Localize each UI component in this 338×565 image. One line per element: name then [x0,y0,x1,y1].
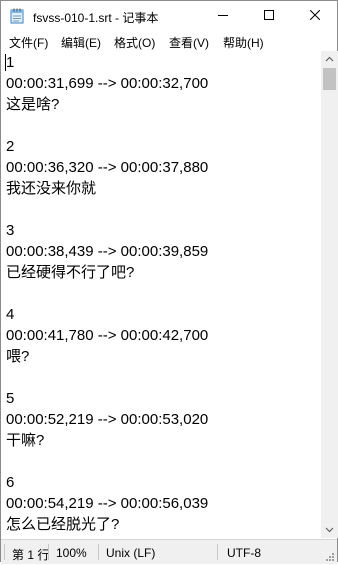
editor-line: 1 [6,54,15,71]
file-encoding: UTF-8 [227,546,261,560]
menu-format[interactable]: 格式(O) [114,34,155,51]
menu-view[interactable]: 查看(V) [169,34,209,51]
status-divider [4,544,5,560]
maximize-button[interactable] [246,1,292,31]
editor-line: 2 [6,138,15,155]
status-divider [48,544,49,560]
status-divider [98,544,99,560]
editor-line: 5 [6,390,15,407]
editor-line: 怎么已经脱光了? [6,516,120,533]
cursor-position: 第 1 行 [12,548,50,562]
chevron-down-icon [325,527,334,533]
scroll-thumb[interactable] [323,68,336,90]
menu-file[interactable]: 文件(F) [9,34,48,51]
notepad-icon[interactable] [10,8,24,24]
editor-line: 00:00:52,219 --> 00:00:53,020 [6,411,209,428]
zoom-level: 100% [56,546,87,560]
editor-line: 00:00:36,320 --> 00:00:37,880 [6,159,209,176]
line-ending: Unix (LF) [106,546,156,560]
editor-line: 00:00:54,219 --> 00:00:56,039 [6,495,209,512]
editor-line: 我还没来你就 [6,180,97,197]
close-icon [309,7,321,25]
editor-line: 00:00:38,439 --> 00:00:39,859 [6,243,209,260]
vertical-scrollbar[interactable] [321,51,338,538]
maximize-icon [264,7,274,25]
menu-bar: 文件(F) 编辑(E) 格式(O) 查看(V) 帮助(H) [1,31,337,51]
editor-line: 4 [6,306,15,323]
editor-line: 这是啥? [6,96,60,113]
menu-help[interactable]: 帮助(H) [223,34,264,51]
editor-line: 已经硬得不行了吧? [6,264,135,281]
text-editor[interactable]: 1 00:00:31,699 --> 00:00:32,700 这是啥? 2 0… [1,51,321,538]
resize-grip-icon[interactable] [323,550,335,562]
window-title: fsvss-010-1.srt - 记事本 [33,11,159,25]
menu-edit[interactable]: 编辑(E) [61,34,101,51]
editor-line: 00:00:31,699 --> 00:00:32,700 [6,75,209,92]
scroll-up-button[interactable] [321,51,338,68]
editor-line: 喂? [6,348,30,365]
chevron-up-icon [325,56,334,62]
notepad-window: fsvss-010-1.srt - 记事本 文件(F) 编辑(E) 格式(O) … [0,0,338,564]
editor-line: 00:00:41,780 --> 00:00:42,700 [6,327,209,344]
minimize-icon [218,7,228,25]
title-bar[interactable]: fsvss-010-1.srt - 记事本 [1,1,337,31]
editor-line: 6 [6,474,15,491]
scroll-down-button[interactable] [321,521,338,538]
minimize-button[interactable] [200,1,246,31]
status-divider [217,544,218,560]
text-cursor [5,54,6,71]
status-bar: 第 1 行 100% Unix (LF) UTF-8 [1,539,337,564]
close-button[interactable] [292,1,338,31]
editor-line: 干嘛? [6,432,45,449]
editor-line: 3 [6,222,15,239]
